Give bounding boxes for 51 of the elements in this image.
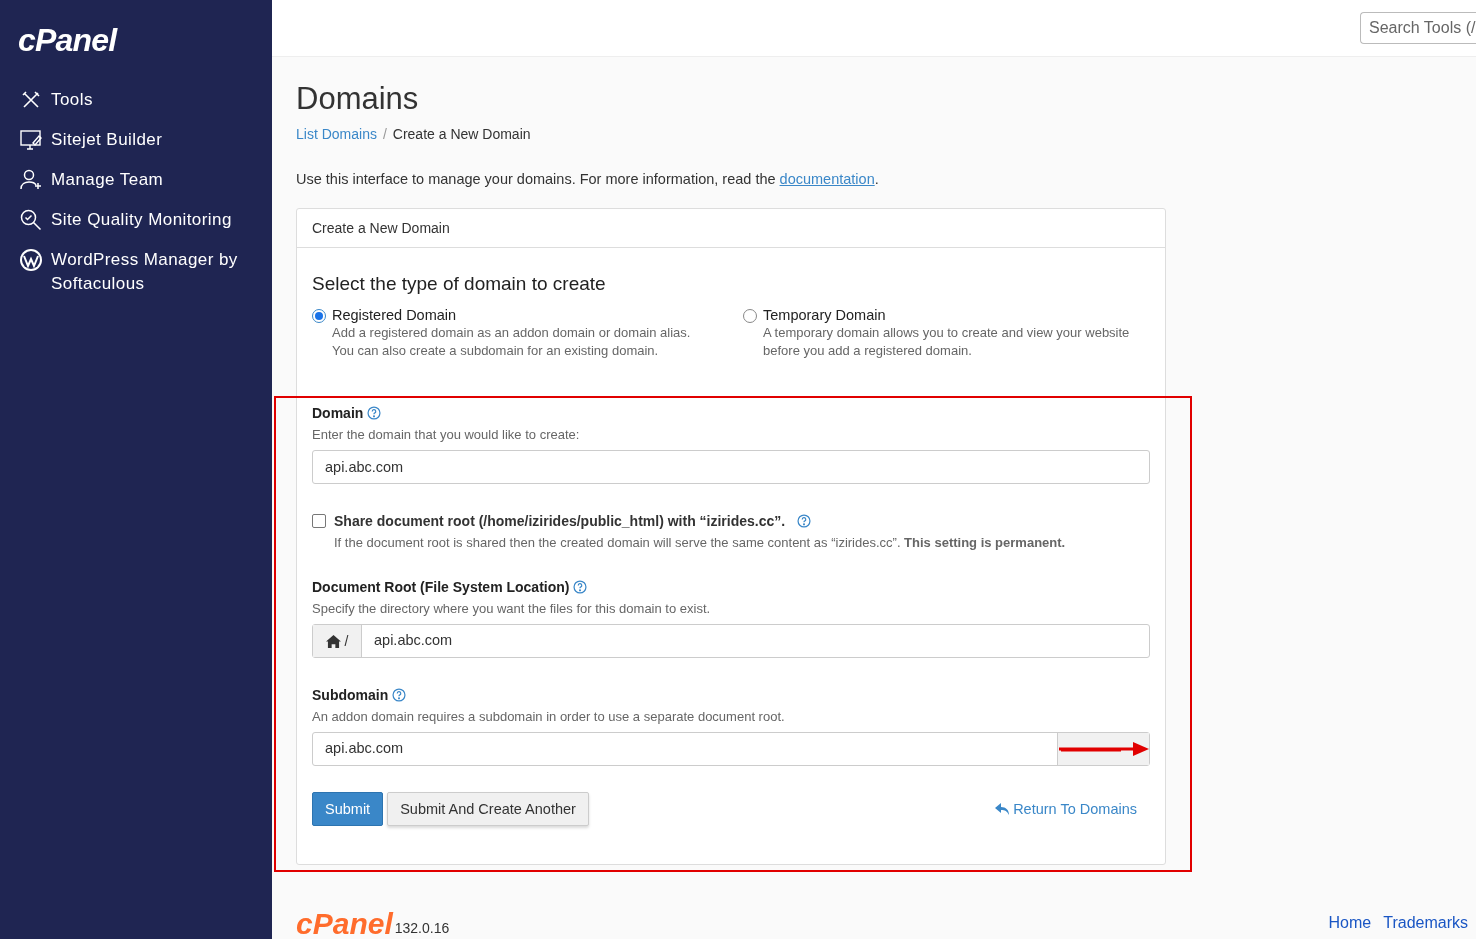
field-hint: An addon domain requires a subdomain in order to use a separate document root. <box>312 708 786 726</box>
help-icon[interactable] <box>573 580 588 594</box>
sidebar-item[interactable]: Manage Team <box>19 168 253 192</box>
documentation-link[interactable]: documentation <box>779 171 875 187</box>
help-icon[interactable] <box>392 688 407 702</box>
checkbox[interactable] <box>312 514 326 528</box>
logo[interactable]: cPanel <box>18 22 117 58</box>
footer-logo: cPanel <box>296 909 393 939</box>
checkbox-label: Share document root (/home/izirides/public_html) with “izirides.cc”. <box>334 512 786 530</box>
radio-label: Registered Domain <box>332 306 458 324</box>
breadcrumb-current: Create a New Domain <box>392 125 531 143</box>
document-root-input[interactable]: / api.abc.com <box>312 624 1150 658</box>
search-check-icon <box>19 208 43 232</box>
page-title: Domains <box>296 81 420 117</box>
radio-label: Temporary Domain <box>763 306 887 324</box>
intro-text: Use this interface to manage your domains. For more information, read the documentation. <box>296 170 880 189</box>
sidebar-item[interactable]: Sitejet Builder <box>19 128 253 152</box>
field-label: Document Root (File System Location) <box>312 578 1150 596</box>
input-addon[interactable] <box>1057 733 1149 765</box>
radio-description: A temporary domain allows you to create and view your website before you add a registered domain. <box>763 324 1131 360</box>
breadcrumb-separator: / <box>382 125 387 143</box>
domain-input[interactable]: api.abc.com <box>312 450 1150 484</box>
footer-link[interactable]: Trademarks <box>1383 911 1468 935</box>
checkbox-note: If the document root is shared then the created domain will serve the same content as “izirides.cc”. This setting is permanent. <box>334 534 1067 552</box>
input-addon: / <box>313 625 362 657</box>
field-hint: Enter the domain that you would like to create: <box>312 426 581 444</box>
subdomain-input[interactable]: api.abc.com <box>312 732 1150 766</box>
wordpress-icon <box>19 248 43 272</box>
home-icon <box>325 634 341 648</box>
card-header: Create a New Domain <box>297 209 1165 248</box>
help-icon[interactable] <box>367 406 382 420</box>
radio-description: Add a registered domain as an addon domain or domain alias. You can also create a subdomain for an existing domain. <box>332 324 692 360</box>
field-hint: Specify the directory where you want the files for this domain to exist. <box>312 600 712 618</box>
footer-link[interactable]: Home <box>1328 911 1372 935</box>
submit-button[interactable]: Submit <box>312 792 384 826</box>
user-add-icon <box>19 168 43 192</box>
field-label: Domain <box>312 404 1150 422</box>
return-link[interactable]: Return To Domains <box>995 800 1137 818</box>
version-text: 132.0.16 <box>394 919 450 938</box>
monitor-icon <box>19 128 43 152</box>
search-field[interactable]: Search Tools (/ <box>1360 12 1476 44</box>
sidebar-item[interactable]: Site Quality Monitoring <box>19 208 253 232</box>
breadcrumb-link[interactable]: List Domains <box>296 125 377 143</box>
secondary-button[interactable]: Submit And Create Another <box>387 792 589 826</box>
sidebar-item[interactable]: Tools <box>19 88 253 112</box>
help-icon[interactable] <box>797 514 812 528</box>
section-heading: Select the type of domain to create <box>312 272 607 296</box>
arrow-icon <box>1058 742 1149 756</box>
sidebar-item[interactable]: WordPress Manager by Softaculous <box>19 248 253 296</box>
reply-icon <box>995 803 1010 815</box>
field-label: Subdomain <box>312 686 1150 704</box>
